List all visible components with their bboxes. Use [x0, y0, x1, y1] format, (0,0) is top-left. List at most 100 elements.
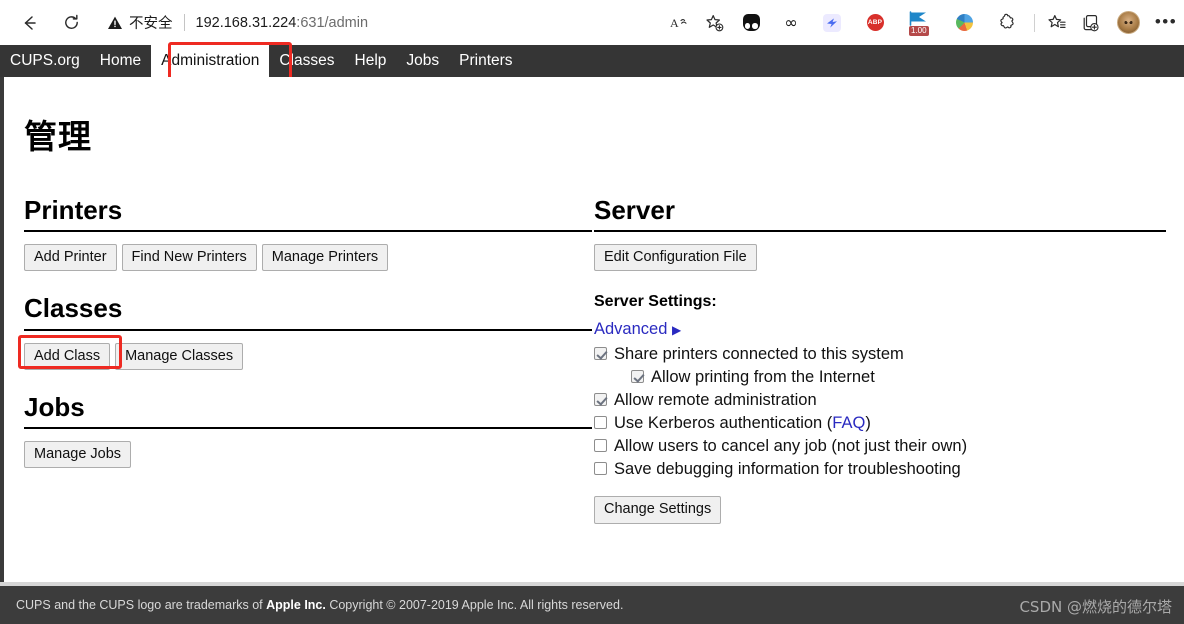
checkbox-remote-administration[interactable] [594, 393, 607, 407]
find-new-printers-button[interactable]: Find New Printers [121, 244, 257, 272]
jobs-rule [24, 427, 592, 430]
url-text: 192.168.31.224:631/admin [196, 15, 369, 31]
add-printer-button[interactable]: Add Printer [24, 244, 117, 272]
checkbox-cancel-any-job[interactable] [594, 439, 607, 453]
page-content: 管理 Printers Add Printer Find New Printer… [0, 77, 1184, 586]
csdn-watermark: CSDN @燃烧的德尔塔 [1019, 598, 1172, 616]
server-settings-label: Server Settings: [594, 293, 717, 311]
checkbox-row-allow-internet-printing[interactable]: Allow printing from the Internet [631, 366, 1166, 388]
checkbox-row-share-printers[interactable]: Share printers connected to this system [594, 343, 1166, 365]
glasses-extension-icon[interactable] [731, 6, 771, 40]
server-heading: Server [594, 195, 675, 225]
manage-jobs-button[interactable]: Manage Jobs [24, 441, 132, 469]
checkbox-kerberos[interactable] [594, 416, 607, 430]
svg-text:A: A [670, 16, 679, 30]
cups-navbar: CUPS.org Home Administration Classes Hel… [0, 45, 1184, 77]
abp-label: ABP [866, 14, 884, 31]
change-settings-button[interactable]: Change Settings [594, 496, 722, 524]
classes-buttons: Add Class Manage Classes [24, 342, 592, 370]
blue-bird-extension-icon[interactable] [811, 6, 853, 40]
reload-icon[interactable] [54, 6, 88, 40]
classes-section: Classes Add Class Manage Classes [24, 293, 592, 370]
left-column: Printers Add Printer Find New Printers M… [24, 195, 592, 492]
classes-rule [24, 328, 592, 331]
checkbox-label-cancel-any-job: Allow users to cancel any job (not just … [614, 437, 968, 456]
printers-section: Printers Add Printer Find New Printers M… [24, 195, 592, 272]
add-class-button[interactable]: Add Class [24, 342, 111, 370]
checkbox-label-share-printers: Share printers connected to this system [614, 345, 904, 364]
checkbox-label-save-debugging: Save debugging information for troublesh… [614, 460, 961, 479]
checkbox-share-printers[interactable] [594, 347, 607, 361]
footer-copyright: CUPS and the CUPS logo are trademarks of… [0, 598, 623, 612]
triangle-right-icon: ▶ [671, 323, 682, 338]
checkbox-row-save-debugging[interactable]: Save debugging information for troublesh… [594, 458, 1166, 480]
nav-item-help[interactable]: Help [345, 45, 397, 77]
ellipsis-glyph: ••• [1154, 12, 1178, 32]
faq-link[interactable]: FAQ [832, 414, 865, 432]
address-bar-divider [183, 14, 185, 31]
classes-heading: Classes [24, 293, 123, 324]
add-favorite-icon[interactable] [697, 6, 731, 40]
checkbox-row-cancel-any-job[interactable]: Allow users to cancel any job (not just … [594, 435, 1166, 457]
more-options-icon[interactable]: ••• [1148, 6, 1184, 40]
page-footer: CUPS and the CUPS logo are trademarks of… [0, 586, 1184, 624]
footer-text-before: CUPS and the CUPS logo are trademarks of [16, 598, 267, 612]
footer-text-after: Copyright © 2007-2019 Apple Inc. All rig… [325, 598, 624, 612]
back-arrow-icon[interactable] [12, 6, 46, 40]
browser-toolbar: 不安全 192.168.31.224:631/admin A ∞ ABP 1.0… [0, 0, 1184, 45]
checkbox-row-kerberos[interactable]: Use Kerberos authentication (FAQ) [594, 412, 1166, 434]
browser-window: 不安全 192.168.31.224:631/admin A ∞ ABP 1.0… [0, 0, 1184, 624]
change-settings-wrap: Change Settings [594, 496, 1166, 524]
nav-item-jobs[interactable]: Jobs [396, 45, 449, 77]
manage-printers-button[interactable]: Manage Printers [261, 244, 389, 272]
warning-triangle-icon [108, 16, 122, 29]
jobs-section: Jobs Manage Jobs [24, 391, 592, 469]
server-buttons: Edit Configuration File [594, 244, 1166, 272]
nav-item-classes[interactable]: Classes [269, 45, 344, 77]
footer-apple-inc: Apple Inc. [266, 598, 326, 612]
color-ball-extension-icon[interactable] [943, 6, 985, 40]
nav-item-printers[interactable]: Printers [449, 45, 522, 77]
favorites-list-icon[interactable] [1040, 6, 1074, 40]
checkbox-label-kerberos: Use Kerberos authentication (FAQ) [614, 412, 871, 434]
right-column: Server Edit Configuration File Server Se… [594, 195, 1166, 524]
nav-item-cups-org[interactable]: CUPS.org [0, 45, 90, 77]
advanced-label: Advanced [594, 320, 668, 339]
edit-configuration-file-button[interactable]: Edit Configuration File [594, 244, 757, 272]
server-settings-checkboxes: Share printers connected to this system … [594, 343, 1166, 480]
toolbar-separator [1034, 13, 1035, 32]
security-warning[interactable]: 不安全 [101, 12, 173, 33]
adblock-plus-icon[interactable]: ABP [853, 6, 897, 40]
printers-buttons: Add Printer Find New Printers Manage Pri… [24, 244, 592, 272]
printers-rule [24, 230, 592, 233]
profile-avatar[interactable] [1108, 6, 1148, 40]
jobs-buttons: Manage Jobs [24, 441, 592, 469]
url-host: 192.168.31.224 [195, 14, 297, 31]
page-title: 管理 [24, 117, 92, 156]
collections-icon[interactable] [1074, 6, 1108, 40]
server-rule [594, 230, 1166, 233]
toolbar-icons: A ∞ ABP 1.00 ••• [663, 0, 1184, 45]
checkbox-label-remote-administration: Allow remote administration [614, 391, 817, 410]
flag-extension-icon[interactable]: 1.00 [897, 6, 943, 40]
infinity-glyph: ∞ [784, 12, 798, 32]
nav-item-administration[interactable]: Administration [151, 45, 270, 77]
checkbox-row-remote-administration[interactable]: Allow remote administration [594, 389, 1166, 411]
kerberos-text-after: ) [865, 414, 871, 433]
security-label: 不安全 [129, 16, 173, 32]
flag-badge-count: 1.00 [909, 25, 929, 36]
checkbox-label-allow-internet-printing: Allow printing from the Internet [651, 368, 875, 387]
checkbox-save-debugging[interactable] [594, 462, 607, 476]
url-path: :631/admin [296, 14, 369, 31]
nav-item-home[interactable]: Home [90, 45, 151, 77]
read-aloud-icon[interactable]: A [663, 6, 697, 40]
jobs-heading: Jobs [24, 391, 85, 422]
address-bar[interactable]: 不安全 192.168.31.224:631/admin [100, 6, 657, 39]
checkbox-allow-internet-printing[interactable] [631, 370, 644, 384]
advanced-link[interactable]: Advanced ▶ [594, 320, 681, 339]
kerberos-text: Use Kerberos authentication ( [614, 414, 833, 433]
printers-heading: Printers [24, 195, 123, 225]
manage-classes-button[interactable]: Manage Classes [115, 342, 244, 370]
infinity-extension-icon[interactable]: ∞ [771, 6, 811, 40]
puzzle-extensions-icon[interactable] [985, 6, 1029, 40]
